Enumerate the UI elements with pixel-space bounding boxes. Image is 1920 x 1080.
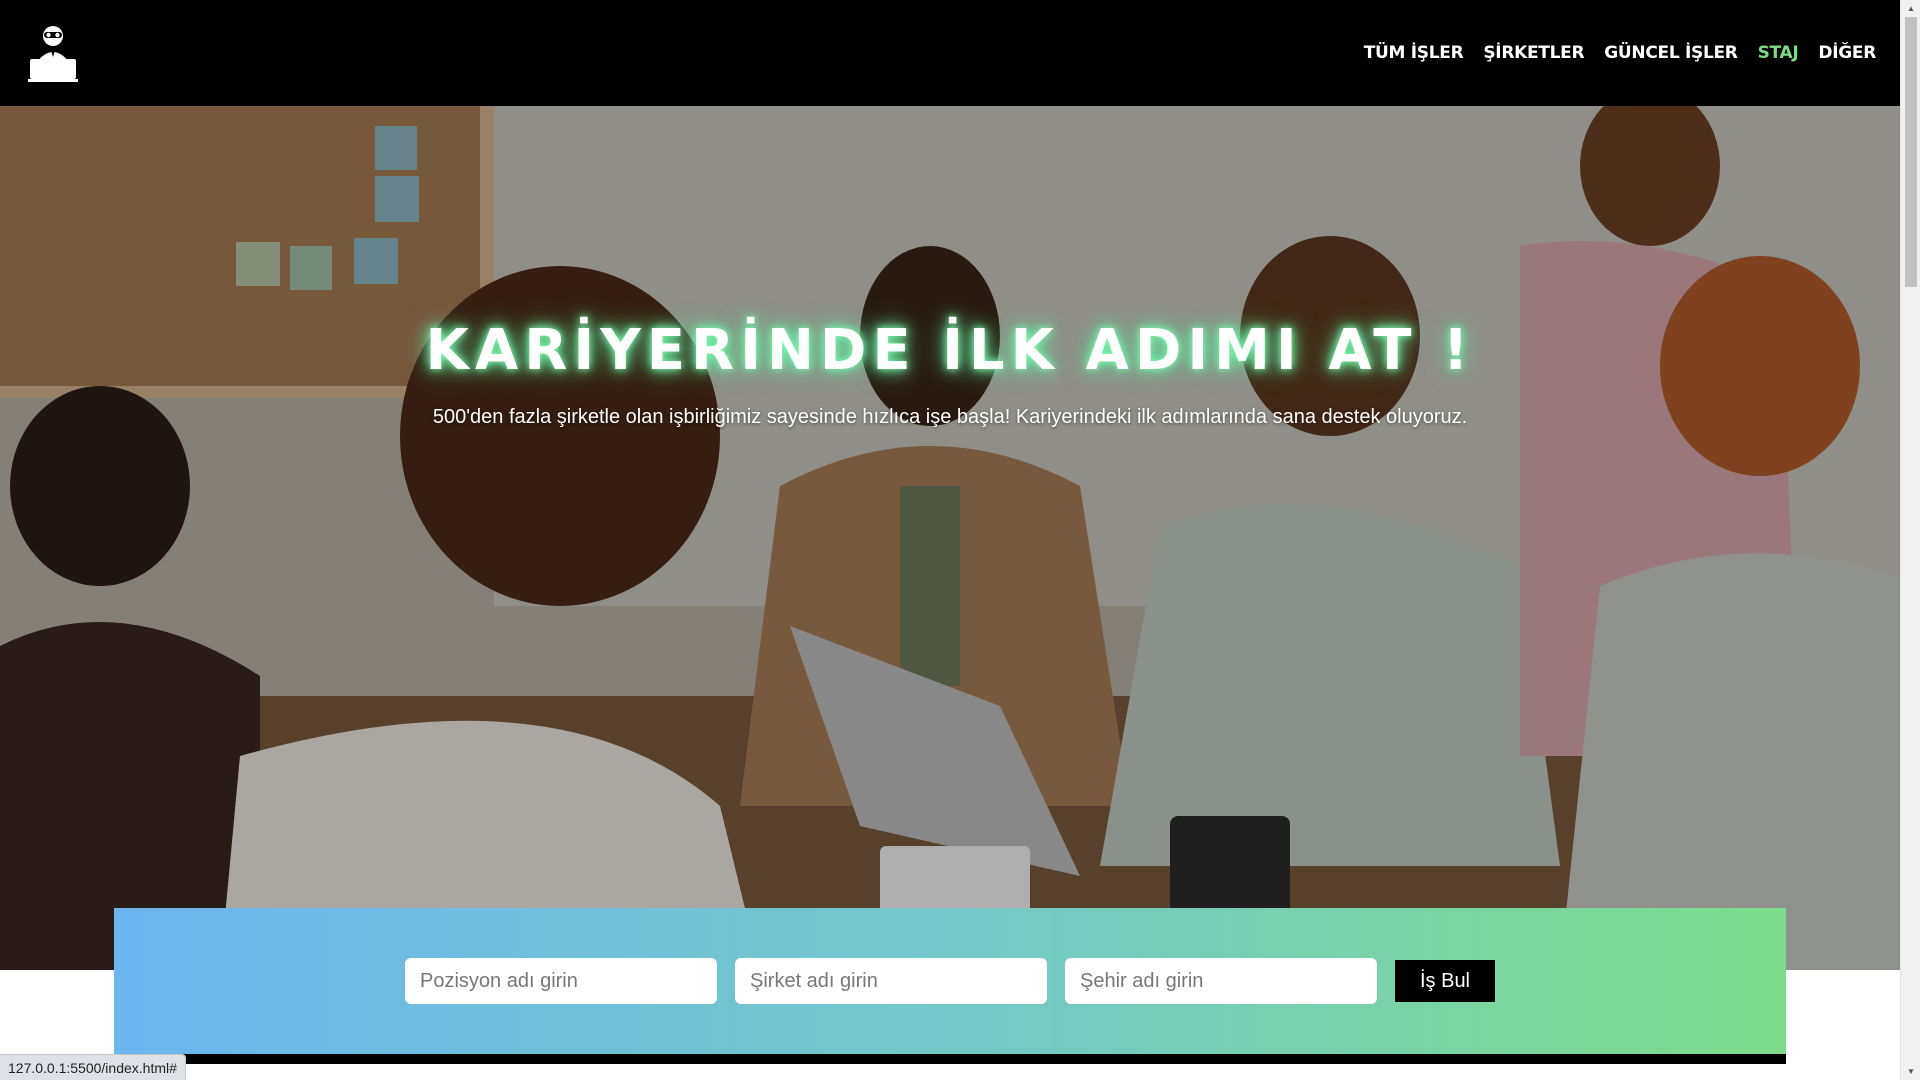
city-input[interactable]	[1065, 958, 1377, 1004]
scrollbar-thumb[interactable]	[1905, 17, 1917, 287]
page-scrollbar[interactable]: ▲ ▼	[1900, 0, 1920, 1080]
find-job-button[interactable]: İş Bul	[1395, 960, 1495, 1002]
hacker-laptop-icon[interactable]	[26, 23, 80, 83]
page: TÜM İŞLER ŞİRKETLER GÜNCEL İŞLER STAJ Dİ…	[0, 0, 1920, 1080]
scroll-up-icon[interactable]: ▲	[1901, 0, 1920, 17]
hero-subtitle: 500'den fazla şirketle olan işbirliğimiz…	[432, 406, 1468, 428]
nav-all-jobs[interactable]: TÜM İŞLER	[1364, 43, 1464, 63]
nav-companies[interactable]: ŞİRKETLER	[1483, 43, 1584, 63]
scroll-down-icon[interactable]: ▼	[1901, 1063, 1920, 1080]
hero-title: KARİYERİNDE İLK ADIMI AT !	[425, 318, 1475, 383]
panel-divider	[114, 1054, 1786, 1064]
nav-other[interactable]: DİĞER	[1818, 43, 1876, 63]
main-nav: TÜM İŞLER ŞİRKETLER GÜNCEL İŞLER STAJ Dİ…	[1364, 43, 1877, 63]
job-search-panel: İş Bul	[114, 908, 1786, 1054]
nav-internship[interactable]: STAJ	[1758, 43, 1799, 63]
browser-status-url: 127.0.0.1:5500/index.html#	[0, 1054, 186, 1080]
hero-dim-overlay	[0, 106, 1900, 970]
company-input[interactable]	[735, 958, 1047, 1004]
nav-current-jobs[interactable]: GÜNCEL İŞLER	[1604, 43, 1738, 63]
site-header: TÜM İŞLER ŞİRKETLER GÜNCEL İŞLER STAJ Dİ…	[0, 0, 1900, 106]
position-input[interactable]	[405, 958, 717, 1004]
hero-section: KARİYERİNDE İLK ADIMI AT ! 500'den fazla…	[0, 106, 1900, 970]
